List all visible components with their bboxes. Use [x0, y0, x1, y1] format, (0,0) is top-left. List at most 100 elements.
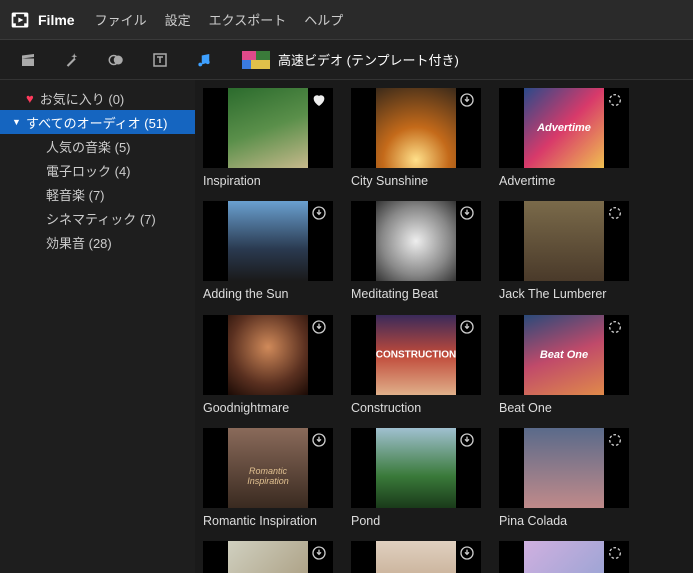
template-icon [242, 51, 270, 69]
thumbnail-image [376, 201, 456, 281]
heart-icon[interactable] [311, 92, 327, 111]
audio-card[interactable] [203, 541, 333, 573]
thumbnail-image [228, 315, 308, 395]
menu-item[interactable]: ヘルプ [304, 10, 343, 29]
audio-card[interactable]: City Sunshine [351, 88, 481, 189]
audio-title: Jack The Lumberer [499, 286, 629, 302]
mask-icon[interactable] [106, 50, 126, 70]
audio-card[interactable]: Pina Colada [499, 428, 629, 529]
loading-icon[interactable] [607, 319, 623, 338]
audio-card[interactable]: Romantic Inspiration [203, 428, 333, 529]
heart-icon: ♥ [26, 91, 34, 106]
audio-card[interactable] [499, 541, 629, 573]
thumbnail-image [524, 541, 604, 573]
loading-icon[interactable] [607, 545, 623, 564]
download-icon[interactable] [459, 319, 475, 338]
toolbar: 高速ビデオ (テンプレート付き) [0, 40, 693, 80]
menu-item[interactable]: 設定 [165, 10, 191, 29]
thumbnail-image [524, 88, 604, 168]
thumbnail [203, 541, 333, 573]
thumbnail-image [524, 315, 604, 395]
sidebar-item[interactable]: 人気の音楽 (5) [0, 134, 195, 158]
download-icon[interactable] [311, 432, 327, 451]
thumbnail [351, 541, 481, 573]
app-logo-icon [10, 10, 30, 30]
thumbnail [203, 315, 333, 395]
app-name: Filme [38, 12, 75, 28]
thumbnail [499, 428, 629, 508]
audio-title: City Sunshine [351, 173, 481, 189]
thumbnail [499, 315, 629, 395]
download-icon[interactable] [459, 92, 475, 111]
thumbnail-image [228, 541, 308, 573]
thumbnail [499, 541, 629, 573]
audio-title: Construction [351, 400, 481, 416]
template-button[interactable]: 高速ビデオ (テンプレート付き) [242, 50, 459, 69]
thumbnail [499, 201, 629, 281]
menu-item[interactable]: エクスポート [209, 10, 287, 29]
thumbnail [203, 428, 333, 508]
audio-title: Romantic Inspiration [203, 513, 333, 529]
wand-icon[interactable] [62, 50, 82, 70]
sidebar-item-favorites[interactable]: ♥ お気に入り (0) [0, 86, 195, 110]
audio-title: Pina Colada [499, 513, 629, 529]
sidebar-item[interactable]: 効果音 (28) [0, 230, 195, 254]
loading-icon[interactable] [607, 92, 623, 111]
sidebar-item[interactable]: 電子ロック (4) [0, 158, 195, 182]
thumbnail-image [524, 428, 604, 508]
audio-card[interactable]: Meditating Beat [351, 201, 481, 302]
download-icon[interactable] [311, 545, 327, 564]
audio-card[interactable]: Pond [351, 428, 481, 529]
loading-icon[interactable] [607, 432, 623, 451]
music-icon[interactable] [194, 50, 214, 70]
thumbnail-image [376, 541, 456, 573]
menu-item[interactable]: ファイル [95, 10, 147, 29]
thumbnail [351, 428, 481, 508]
thumbnail-image [376, 428, 456, 508]
audio-title: Advertime [499, 173, 629, 189]
audio-card[interactable]: Adding the Sun [203, 201, 333, 302]
text-icon[interactable] [150, 50, 170, 70]
sidebar-label: お気に入り (0) [40, 89, 125, 108]
sidebar-item[interactable]: 軽音楽 (7) [0, 182, 195, 206]
audio-title: Adding the Sun [203, 286, 333, 302]
sidebar: ♥ お気に入り (0) ▼ すべてのオーディオ (51) 人気の音楽 (5)電子… [0, 80, 195, 573]
audio-card[interactable]: Beat One [499, 315, 629, 416]
template-label: 高速ビデオ (テンプレート付き) [278, 50, 459, 69]
download-icon[interactable] [459, 432, 475, 451]
thumbnail-image [524, 201, 604, 281]
thumbnail [351, 88, 481, 168]
loading-icon[interactable] [607, 205, 623, 224]
audio-grid: Inspiration City Sunshine Advertime Adding … [195, 80, 693, 573]
audio-title: Beat One [499, 400, 629, 416]
audio-card[interactable]: Inspiration [203, 88, 333, 189]
thumbnail [499, 88, 629, 168]
titlebar: Filme ファイル設定エクスポートヘルプ [0, 0, 693, 40]
thumbnail [203, 88, 333, 168]
download-icon[interactable] [459, 205, 475, 224]
audio-title: Goodnightmare [203, 400, 333, 416]
chevron-down-icon: ▼ [12, 117, 24, 127]
thumbnail-image [228, 428, 308, 508]
thumbnail [203, 201, 333, 281]
thumbnail [351, 315, 481, 395]
audio-title: Meditating Beat [351, 286, 481, 302]
audio-card[interactable] [351, 541, 481, 573]
thumbnail-image [228, 201, 308, 281]
download-icon[interactable] [459, 545, 475, 564]
sidebar-item-all-audio[interactable]: ▼ すべてのオーディオ (51) [0, 110, 195, 134]
sidebar-item[interactable]: シネマティック (7) [0, 206, 195, 230]
thumbnail-image [376, 315, 456, 395]
clapper-icon[interactable] [18, 50, 38, 70]
download-icon[interactable] [311, 205, 327, 224]
sidebar-label: すべてのオーディオ (51) [26, 113, 167, 132]
audio-card[interactable]: Advertime [499, 88, 629, 189]
thumbnail [351, 201, 481, 281]
audio-card[interactable]: Jack The Lumberer [499, 201, 629, 302]
thumbnail-image [228, 88, 308, 168]
thumbnail-image [376, 88, 456, 168]
audio-card[interactable]: Construction [351, 315, 481, 416]
download-icon[interactable] [311, 319, 327, 338]
audio-card[interactable]: Goodnightmare [203, 315, 333, 416]
audio-title: Inspiration [203, 173, 333, 189]
